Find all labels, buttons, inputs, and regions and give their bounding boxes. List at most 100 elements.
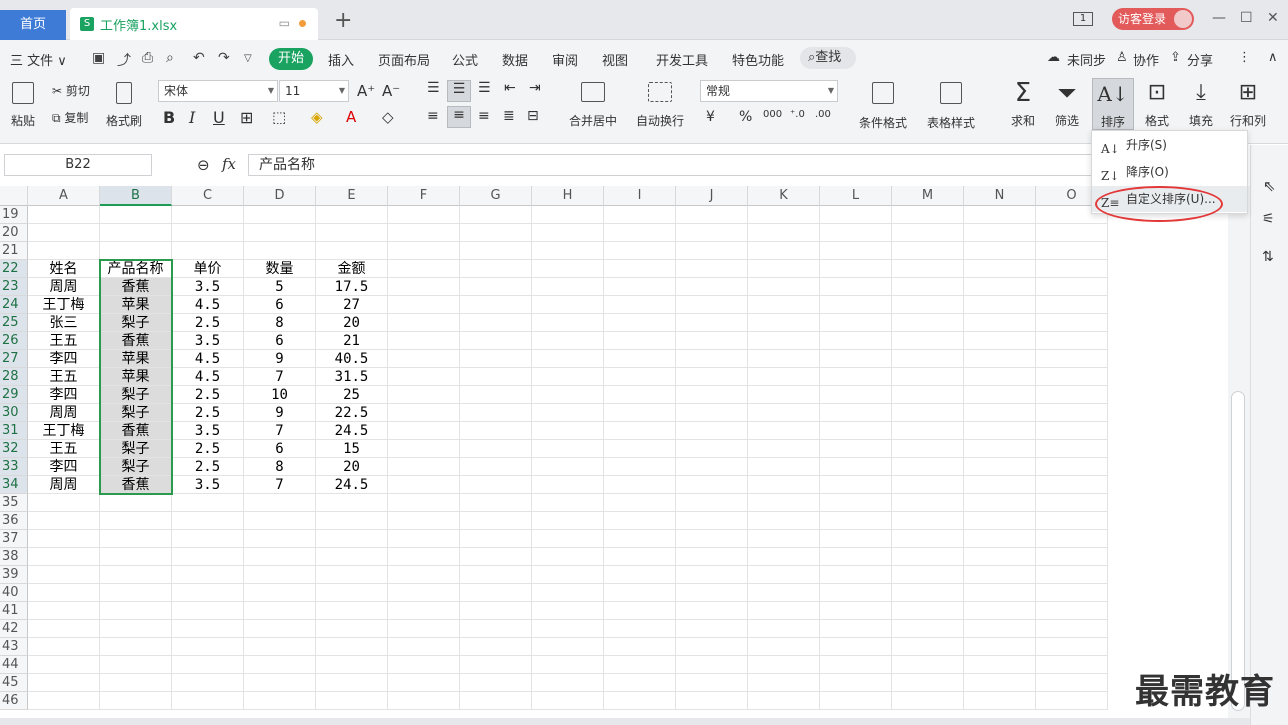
empty-cell[interactable] (388, 656, 460, 674)
empty-cell[interactable] (676, 242, 748, 260)
empty-cell[interactable] (892, 296, 964, 314)
empty-cell[interactable] (604, 404, 676, 422)
export-icon[interactable]: ⤴ (117, 50, 131, 70)
empty-cell[interactable] (748, 242, 820, 260)
empty-cell[interactable] (604, 620, 676, 638)
empty-cell[interactable] (892, 548, 964, 566)
menu-page-layout[interactable]: 页面布局 (378, 50, 430, 69)
empty-cell[interactable] (532, 368, 604, 386)
empty-cell[interactable] (460, 674, 532, 692)
table-cell[interactable]: 24.5 (316, 476, 388, 494)
empty-cell[interactable] (388, 602, 460, 620)
header-cell[interactable]: 金额 (316, 260, 388, 278)
empty-cell[interactable] (1036, 386, 1108, 404)
empty-cell[interactable] (748, 548, 820, 566)
name-box[interactable]: B22 (4, 154, 152, 176)
empty-cell[interactable] (316, 530, 388, 548)
empty-cell[interactable] (964, 602, 1036, 620)
table-cell[interactable]: 2.5 (172, 404, 244, 422)
table-cell[interactable]: 王丁梅 (28, 422, 100, 440)
empty-cell[interactable] (964, 260, 1036, 278)
search-box[interactable]: ⌕查找 (800, 47, 856, 69)
grow-font-icon[interactable]: A⁺ (357, 82, 375, 100)
column-header-l[interactable]: L (820, 186, 892, 206)
empty-cell[interactable] (748, 638, 820, 656)
empty-cell[interactable] (676, 512, 748, 530)
empty-cell[interactable] (316, 512, 388, 530)
empty-cell[interactable] (964, 440, 1036, 458)
spreadsheet-grid[interactable]: A B C D E F G H I J K L M N O 19 20 21 22 姓名 产品名称 单价 数量 金额 23 周周香… (0, 186, 1228, 718)
empty-cell[interactable] (820, 566, 892, 584)
table-cell[interactable]: 2.5 (172, 314, 244, 332)
empty-cell[interactable] (244, 674, 316, 692)
empty-cell[interactable] (964, 314, 1036, 332)
empty-cell[interactable] (100, 530, 172, 548)
table-cell[interactable]: 香蕉 (100, 476, 172, 494)
align-bottom-icon[interactable]: ☰ (478, 80, 491, 96)
empty-cell[interactable] (604, 386, 676, 404)
empty-cell[interactable] (388, 638, 460, 656)
empty-cell[interactable] (388, 296, 460, 314)
empty-cell[interactable] (964, 206, 1036, 224)
table-cell[interactable]: 6 (244, 332, 316, 350)
empty-cell[interactable] (748, 494, 820, 512)
empty-cell[interactable] (532, 674, 604, 692)
empty-cell[interactable] (28, 656, 100, 674)
empty-cell[interactable] (388, 548, 460, 566)
empty-cell[interactable] (388, 314, 460, 332)
empty-cell[interactable] (532, 242, 604, 260)
empty-cell[interactable] (532, 566, 604, 584)
empty-cell[interactable] (244, 638, 316, 656)
empty-cell[interactable] (676, 548, 748, 566)
row-header-19[interactable]: 19 (0, 206, 28, 224)
table-cell[interactable]: 27 (316, 296, 388, 314)
table-cell[interactable]: 15 (316, 440, 388, 458)
table-cell[interactable]: 李四 (28, 350, 100, 368)
empty-cell[interactable] (892, 674, 964, 692)
save-icon[interactable]: ▣ (92, 50, 105, 66)
empty-cell[interactable] (388, 350, 460, 368)
empty-cell[interactable] (604, 368, 676, 386)
column-header-m[interactable]: M (892, 186, 964, 206)
empty-cell[interactable] (964, 548, 1036, 566)
conditional-format-button[interactable]: 条件格式 (852, 82, 914, 131)
empty-cell[interactable] (28, 566, 100, 584)
table-cell[interactable]: 4.5 (172, 350, 244, 368)
cut-button[interactable]: ✂ 剪切 (52, 82, 90, 99)
redo-icon[interactable]: ↷ (218, 50, 230, 66)
table-cell[interactable]: 3.5 (172, 476, 244, 494)
empty-cell[interactable] (820, 350, 892, 368)
empty-cell[interactable] (460, 548, 532, 566)
empty-cell[interactable] (100, 224, 172, 242)
empty-cell[interactable] (532, 386, 604, 404)
page-indicator[interactable]: 1 (1073, 12, 1093, 26)
align-center-icon[interactable]: ≡ (447, 106, 471, 128)
empty-cell[interactable] (892, 314, 964, 332)
row-header-30[interactable]: 30 (0, 404, 28, 422)
empty-cell[interactable] (460, 368, 532, 386)
table-cell[interactable]: 40.5 (316, 350, 388, 368)
row-header-35[interactable]: 35 (0, 494, 28, 512)
empty-cell[interactable] (964, 674, 1036, 692)
empty-cell[interactable] (676, 422, 748, 440)
empty-cell[interactable] (100, 602, 172, 620)
font-size-select[interactable]: 11 ▼ (279, 80, 349, 102)
home-tab[interactable]: 首页 (0, 10, 66, 40)
table-cell[interactable]: 24.5 (316, 422, 388, 440)
table-style-button[interactable]: 表格样式 (920, 82, 982, 131)
column-header-j[interactable]: J (676, 186, 748, 206)
empty-cell[interactable] (244, 656, 316, 674)
empty-cell[interactable] (748, 278, 820, 296)
table-cell[interactable]: 苹果 (100, 368, 172, 386)
empty-cell[interactable] (748, 296, 820, 314)
empty-cell[interactable] (100, 566, 172, 584)
header-cell[interactable]: 数量 (244, 260, 316, 278)
sort-button[interactable]: A↓ 排序 (1092, 78, 1134, 130)
empty-cell[interactable] (892, 692, 964, 710)
column-header-d[interactable]: D (244, 186, 316, 206)
empty-cell[interactable] (460, 692, 532, 710)
row-header-46[interactable]: 46 (0, 692, 28, 710)
empty-cell[interactable] (388, 278, 460, 296)
empty-cell[interactable] (28, 584, 100, 602)
menu-special[interactable]: 特色功能 (732, 50, 784, 69)
